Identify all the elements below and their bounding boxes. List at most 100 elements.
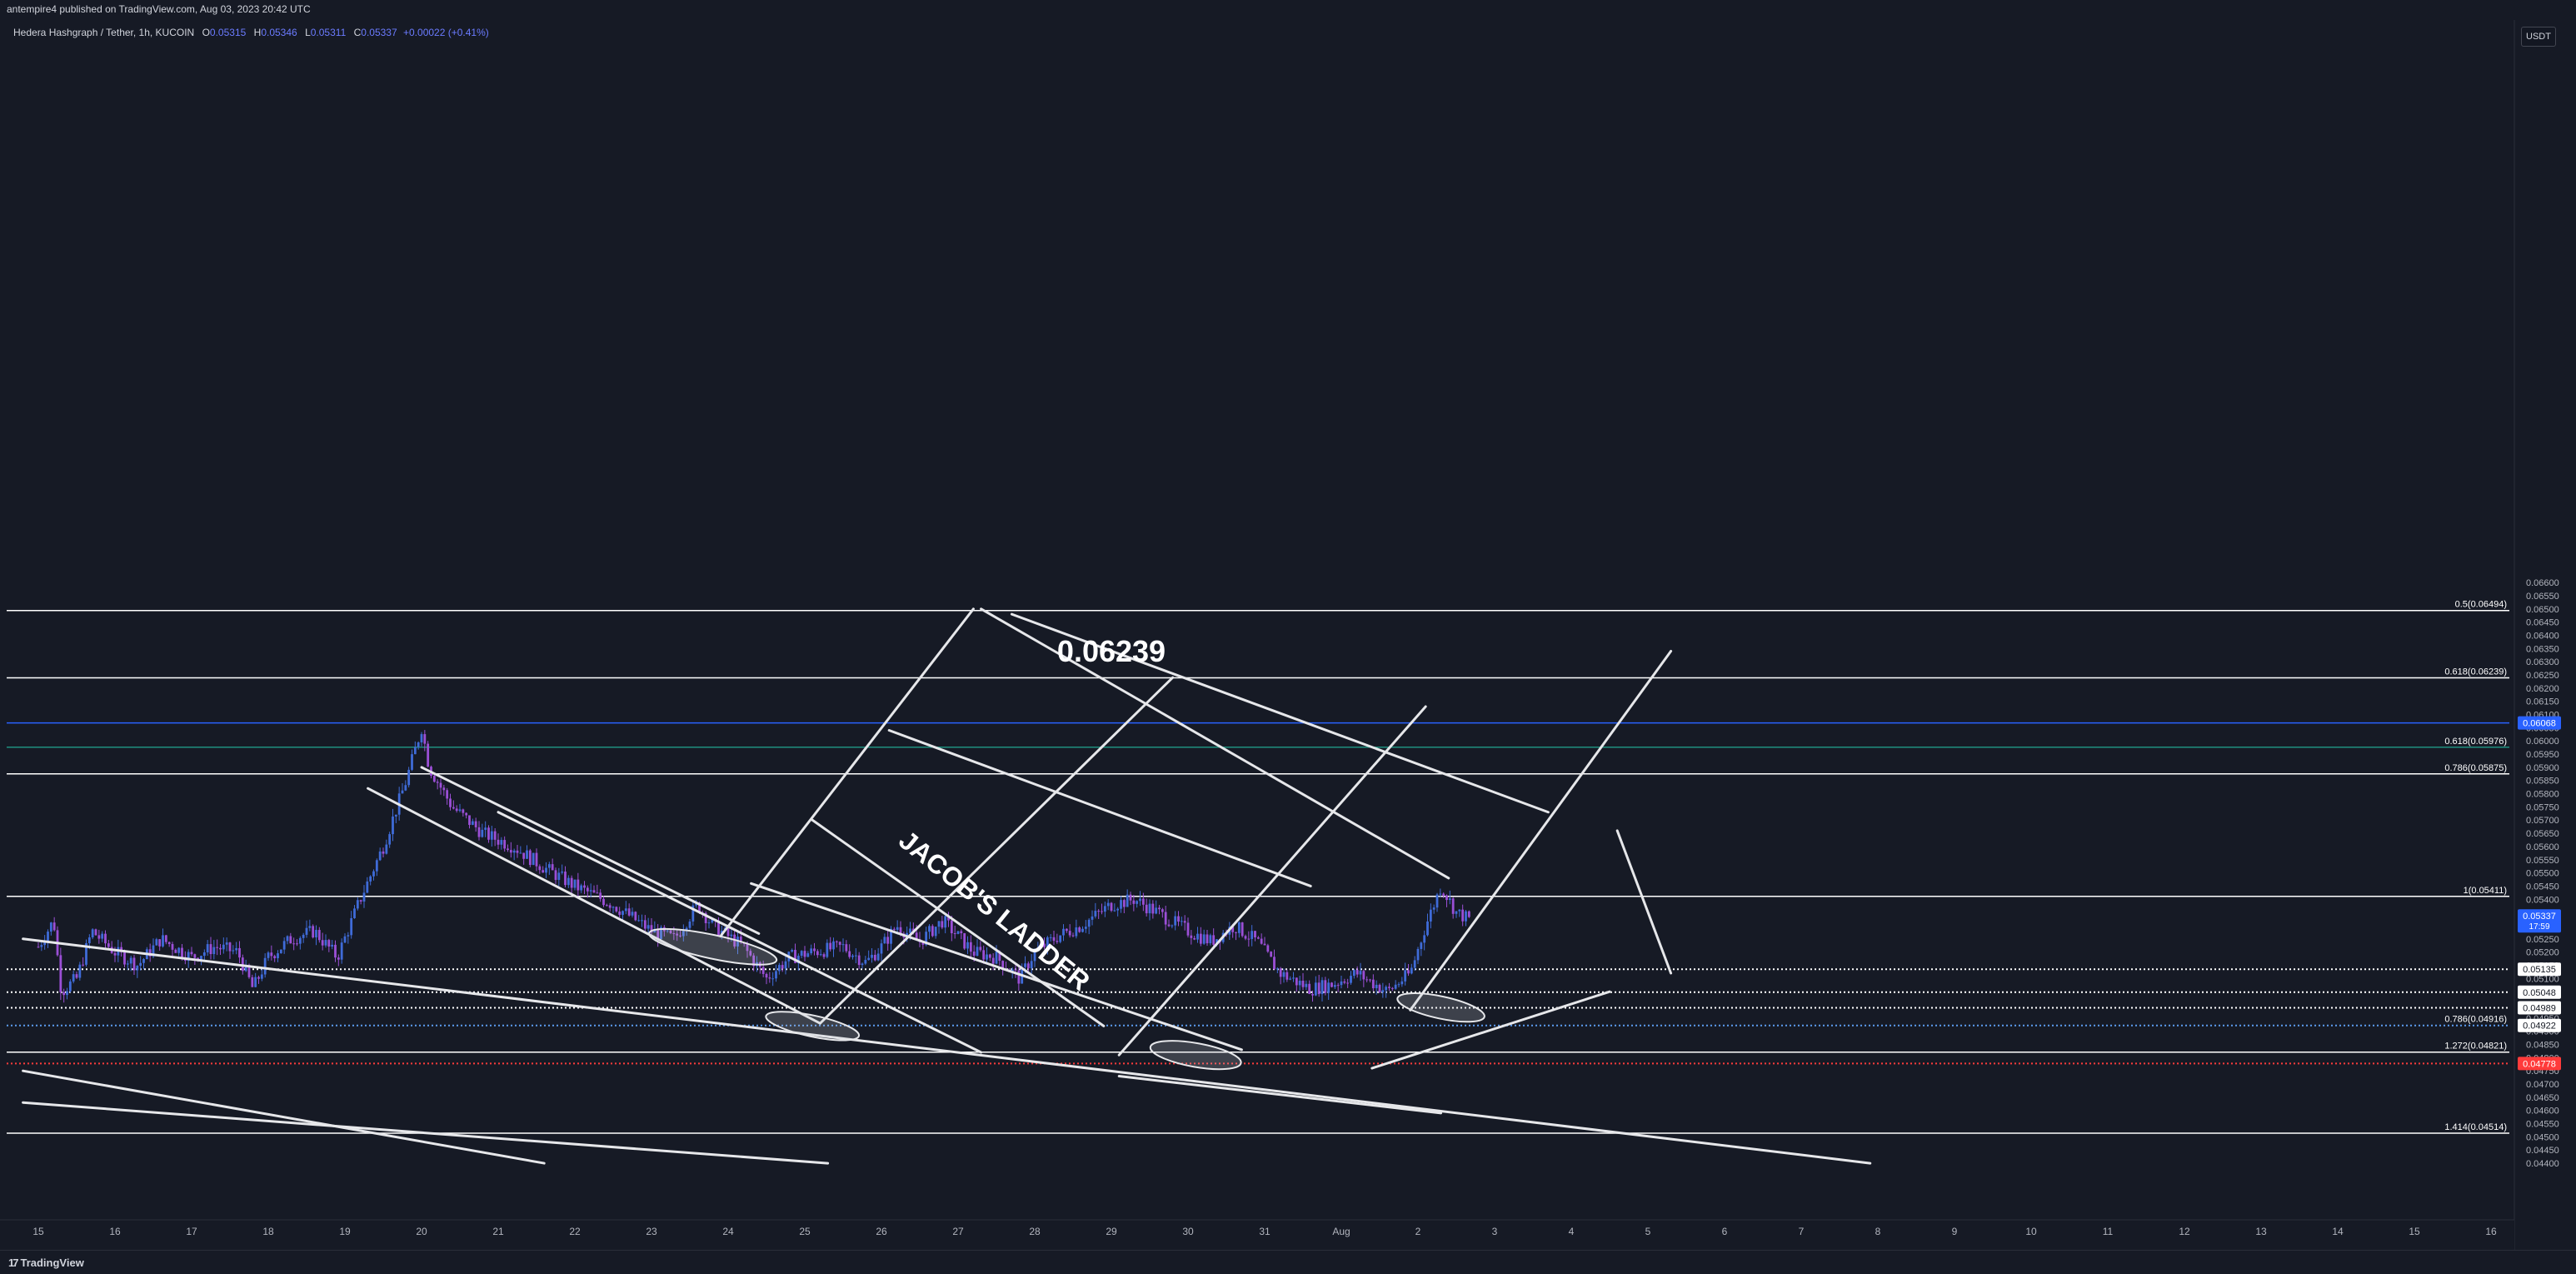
candle-body bbox=[1410, 967, 1413, 974]
candle-body bbox=[302, 934, 305, 938]
candle-body bbox=[1260, 938, 1263, 944]
y-tick-label: 0.05750 bbox=[2526, 802, 2559, 812]
price-label: 0.05048 bbox=[2523, 988, 2556, 998]
candle-body bbox=[1314, 982, 1317, 996]
y-tick-label: 0.05550 bbox=[2526, 856, 2559, 866]
candle-body bbox=[181, 947, 183, 957]
candle-body bbox=[174, 949, 177, 953]
candle-body bbox=[1209, 935, 1212, 944]
candle-body bbox=[1292, 977, 1295, 979]
candle-body bbox=[583, 885, 586, 888]
x-tick-label: 8 bbox=[1875, 1226, 1881, 1237]
candle-body bbox=[1116, 908, 1120, 911]
candle-body bbox=[909, 928, 911, 933]
candle-body bbox=[1196, 933, 1199, 940]
candle-body bbox=[1263, 943, 1266, 946]
x-tick-label: 31 bbox=[1259, 1226, 1271, 1237]
candle-body bbox=[432, 776, 436, 782]
candle-body bbox=[369, 876, 372, 882]
candle-body bbox=[564, 872, 567, 886]
time-axis[interactable] bbox=[0, 1220, 2514, 1250]
symbol-legend[interactable]: Hedera Hashgraph / Tether, 1h, KUCOIN O0… bbox=[13, 27, 489, 38]
candle-body bbox=[822, 954, 826, 957]
candle-body bbox=[142, 959, 145, 963]
candle-body bbox=[471, 821, 474, 825]
candle-body bbox=[392, 816, 394, 835]
price-label: 0.05337 bbox=[2523, 912, 2556, 922]
candle-body bbox=[503, 840, 507, 849]
candle-body bbox=[1439, 893, 1442, 895]
candle-body bbox=[547, 864, 551, 868]
x-tick-label: 14 bbox=[2332, 1226, 2344, 1237]
candle-body bbox=[126, 963, 129, 965]
candle-body bbox=[730, 934, 733, 937]
y-tick-label: 0.06150 bbox=[2526, 697, 2559, 707]
candle-body bbox=[40, 945, 43, 947]
candle-body bbox=[551, 864, 554, 871]
candle-body bbox=[1212, 935, 1216, 945]
candle-body bbox=[1397, 984, 1400, 986]
candle-body bbox=[1461, 909, 1465, 922]
candle-body bbox=[49, 922, 52, 932]
candle-body bbox=[1091, 916, 1094, 920]
candle-body bbox=[72, 974, 75, 982]
candle-body bbox=[791, 950, 794, 952]
fib-level-label: 0.786(0.04916) bbox=[2444, 1015, 2507, 1025]
candle-body bbox=[273, 956, 277, 959]
candle-body bbox=[68, 981, 72, 992]
x-tick-label: 19 bbox=[339, 1226, 351, 1237]
candle-body bbox=[589, 890, 592, 892]
candle-body bbox=[82, 964, 85, 966]
candle-body bbox=[937, 921, 941, 927]
candle-body bbox=[826, 942, 829, 957]
candle-body bbox=[1375, 984, 1378, 989]
candle-body bbox=[260, 974, 263, 979]
candle-body bbox=[810, 948, 813, 954]
candle-body bbox=[841, 944, 845, 946]
candle-body bbox=[1266, 945, 1270, 952]
candle-body bbox=[1158, 907, 1161, 910]
x-tick-label: Aug bbox=[1332, 1226, 1350, 1237]
candle-body bbox=[1235, 932, 1237, 933]
candle-body bbox=[941, 921, 944, 928]
chart-area[interactable]: 0.5(0.06494) 0.618(0.06239) 0.618(0.05976)… bbox=[0, 0, 2576, 1250]
candle-body bbox=[1362, 971, 1365, 980]
candle-body bbox=[487, 827, 490, 840]
candle-body bbox=[136, 966, 139, 971]
candle-body bbox=[104, 933, 107, 944]
candle-body bbox=[228, 942, 232, 952]
candle-body bbox=[1161, 909, 1164, 912]
y-tick-label: 0.04700 bbox=[2526, 1080, 2559, 1090]
candle-body bbox=[427, 743, 430, 767]
tradingview-logo[interactable]: 17 TradingView bbox=[8, 1257, 84, 1269]
candle-body bbox=[107, 943, 110, 947]
x-tick-label: 24 bbox=[722, 1226, 734, 1237]
candle-body bbox=[497, 839, 500, 845]
price-label: 0.04778 bbox=[2523, 1059, 2556, 1069]
candle-body bbox=[423, 734, 427, 744]
y-tick-label: 0.04600 bbox=[2526, 1107, 2559, 1117]
candle-body bbox=[1458, 909, 1461, 912]
candle-body bbox=[1030, 961, 1033, 969]
candle-body bbox=[277, 953, 279, 959]
y-tick-label: 0.04500 bbox=[2526, 1132, 2559, 1142]
candle-body bbox=[880, 943, 883, 954]
candle-body bbox=[1301, 981, 1305, 987]
chart-annotation[interactable]: 0.06239 bbox=[1057, 634, 1166, 668]
candle-body bbox=[634, 912, 637, 921]
candle-body bbox=[324, 940, 327, 946]
candle-body bbox=[232, 950, 235, 952]
x-tick-label: 11 bbox=[2103, 1226, 2114, 1237]
candle-body bbox=[388, 834, 392, 845]
currency-button[interactable]: USDT bbox=[2521, 27, 2556, 47]
candle-body bbox=[803, 951, 806, 957]
candle-body bbox=[1320, 980, 1324, 995]
candle-body bbox=[1276, 968, 1279, 970]
candle-body bbox=[892, 928, 896, 930]
candle-body bbox=[953, 933, 956, 935]
candle-body bbox=[1026, 963, 1030, 969]
candle-body bbox=[991, 957, 995, 964]
candle-body bbox=[966, 942, 969, 949]
candle-body bbox=[132, 957, 136, 971]
candle-body bbox=[1206, 934, 1209, 944]
